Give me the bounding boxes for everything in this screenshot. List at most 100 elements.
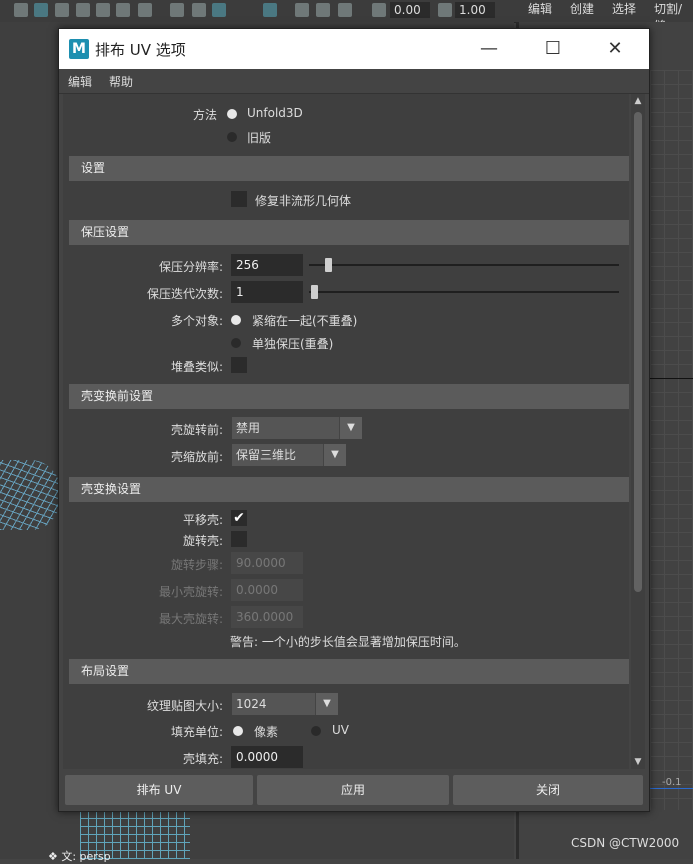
options-content: 方法 Unfold3D 旧版 设置 修复非流形几何体 保压设置 保压分辨率: 2… xyxy=(59,94,649,769)
shell-pre-rotate-dropdown[interactable]: 禁用 ▼ xyxy=(232,417,362,439)
toolbar-field-2[interactable]: 1.00 xyxy=(455,2,495,18)
align-icon-2[interactable] xyxy=(316,3,330,17)
multi-pack-separate-label: 单独保压(重叠) xyxy=(252,337,334,351)
pack-iterations-slider[interactable] xyxy=(309,291,619,293)
section-shell-pre-transform[interactable]: 壳变换前设置 xyxy=(69,384,629,409)
target-icon[interactable] xyxy=(212,3,226,17)
section-shell-transform[interactable]: 壳变换设置 xyxy=(69,477,629,502)
method-legacy-radio[interactable] xyxy=(227,132,237,142)
apply-button[interactable]: 应用 xyxy=(257,775,449,805)
section-layout-settings[interactable]: 布局设置 xyxy=(69,659,629,684)
fill-unit-pixel-label: 像素 xyxy=(254,725,279,739)
stack-similar-checkbox[interactable] xyxy=(231,357,247,373)
method-legacy-label: 旧版 xyxy=(247,131,272,145)
watermark: CSDN @CTW2000 xyxy=(571,836,680,850)
contrast-icon[interactable] xyxy=(438,3,452,17)
right-panel-menu: 编辑 创建 选择 切割/缝 xyxy=(520,0,693,33)
vertical-scrollbar[interactable]: ▲ ▼ xyxy=(631,94,645,769)
section-settings[interactable]: 设置 xyxy=(69,156,629,181)
texture-size-label: 纹理贴图大小: xyxy=(146,699,223,713)
chevron-down-icon: ▼ xyxy=(323,444,346,466)
fill-unit-uv-radio[interactable] xyxy=(311,726,321,736)
shell-pre-scale-label: 壳缩放前: xyxy=(170,450,223,464)
fix-nonmanifold-checkbox[interactable] xyxy=(231,191,247,207)
method-label: 方法 xyxy=(192,108,217,122)
pack-resolution-slider-handle[interactable] xyxy=(325,258,332,272)
menu-edit[interactable]: 编辑 xyxy=(68,73,92,90)
chevron-down-icon: ▼ xyxy=(315,693,338,715)
translate-shell-label: 平移壳: xyxy=(182,513,223,527)
fill-unit-label: 填充单位: xyxy=(170,725,223,739)
rotate-shell-checkbox[interactable] xyxy=(231,531,247,547)
rotate-step-field[interactable]: 90.0000 xyxy=(231,552,303,574)
scroll-up-icon[interactable]: ▲ xyxy=(631,94,645,108)
scroll-down-icon[interactable]: ▼ xyxy=(631,755,645,769)
scrollbar-thumb[interactable] xyxy=(634,112,642,592)
pack-iterations-field[interactable]: 1 xyxy=(231,281,303,303)
pack-resolution-label: 保压分辨率: xyxy=(158,260,223,274)
close-button[interactable]: 关闭 xyxy=(453,775,643,805)
frame-icon[interactable] xyxy=(338,3,352,17)
grid-value: -0.1 xyxy=(662,777,682,788)
dialog-footer: 排布 UV 应用 关闭 xyxy=(59,773,649,807)
sphere-icon-2[interactable] xyxy=(192,3,206,17)
gear-icon[interactable] xyxy=(372,3,386,17)
shading-icon-2[interactable] xyxy=(76,3,90,17)
mesh-wireframe xyxy=(0,460,60,530)
grid-axis-line-blue xyxy=(650,788,693,789)
texture-size-dropdown[interactable]: 1024 ▼ xyxy=(232,693,338,715)
close-window-button[interactable]: ✕ xyxy=(595,35,635,63)
menu-create[interactable]: 创建 xyxy=(570,0,594,17)
menu-select[interactable]: 选择 xyxy=(612,0,636,17)
shadow-icon[interactable] xyxy=(138,3,152,17)
dialog-title: 排布 UV 选项 xyxy=(95,41,186,59)
warning-text: 警告: 一个小的步长值会显著增加保压时间。 xyxy=(230,635,466,649)
minimize-button[interactable]: — xyxy=(469,35,509,63)
pack-resolution-field[interactable]: 256 xyxy=(231,254,303,276)
multi-pack-together-radio[interactable] xyxy=(231,315,241,325)
maximize-button[interactable]: ☐ xyxy=(533,35,573,63)
menu-edit[interactable]: 编辑 xyxy=(528,0,552,17)
shell-pre-scale-value: 保留三维比 xyxy=(236,448,297,462)
min-shell-rotate-field[interactable]: 0.0000 xyxy=(231,579,303,601)
max-shell-rotate-field[interactable]: 360.0000 xyxy=(231,606,303,628)
shell-pre-scale-dropdown[interactable]: 保留三维比 ▼ xyxy=(232,444,346,466)
grid-axis-line xyxy=(650,378,693,379)
fix-nonmanifold-label: 修复非流形几何体 xyxy=(255,194,352,208)
shell-padding-field[interactable]: 0.0000 xyxy=(231,746,303,768)
align-icon[interactable] xyxy=(295,3,309,17)
multi-objects-label: 多个对象: xyxy=(170,314,223,328)
multi-pack-together-label: 紧缩在一起(不重叠) xyxy=(252,314,358,328)
options-scroll-area[interactable]: 方法 Unfold3D 旧版 设置 修复非流形几何体 保压设置 保压分辨率: 2… xyxy=(63,94,629,769)
texture-icon[interactable] xyxy=(96,3,110,17)
fill-unit-pixel-radio[interactable] xyxy=(233,726,243,736)
maya-logo-icon: M xyxy=(69,39,89,59)
pack-iterations-label: 保压迭代次数: xyxy=(146,287,223,301)
shading-icon[interactable] xyxy=(55,3,69,17)
rotate-step-label: 旋转步骤: xyxy=(170,558,223,572)
cube-icon[interactable] xyxy=(14,3,28,17)
pack-iterations-slider-handle[interactable] xyxy=(311,285,318,299)
rotate-shell-label: 旋转壳: xyxy=(182,534,223,548)
menu-help[interactable]: 帮助 xyxy=(109,73,133,90)
chevron-down-icon: ▼ xyxy=(339,417,362,439)
shell-padding-label: 壳填充: xyxy=(182,752,223,766)
cube-selected-icon[interactable] xyxy=(34,3,48,17)
section-pack-settings[interactable]: 保压设置 xyxy=(69,220,629,245)
light-icon[interactable] xyxy=(116,3,130,17)
pack-resolution-slider[interactable] xyxy=(309,264,619,266)
uv-grid xyxy=(650,70,693,810)
translate-shell-checkbox[interactable]: ✔ xyxy=(231,510,247,526)
layout-uv-button[interactable]: 排布 UV xyxy=(65,775,253,805)
sphere-icon[interactable] xyxy=(170,3,184,17)
method-unfold3d-radio[interactable] xyxy=(227,109,237,119)
select-icon[interactable] xyxy=(263,3,277,17)
toolbar-field-1[interactable]: 0.00 xyxy=(390,2,430,18)
layout-uv-options-dialog: M 排布 UV 选项 — ☐ ✕ 编辑 帮助 方法 Unfold3D 旧版 设置… xyxy=(58,28,650,812)
stack-similar-label: 堆叠类似: xyxy=(170,360,223,374)
min-shell-rotate-label: 最小壳旋转: xyxy=(158,585,223,599)
shell-pre-rotate-label: 壳旋转前: xyxy=(170,423,223,437)
multi-pack-separate-radio[interactable] xyxy=(231,338,241,348)
method-unfold3d-label: Unfold3D xyxy=(247,106,303,120)
title-bar[interactable]: M 排布 UV 选项 — ☐ ✕ xyxy=(59,29,649,69)
